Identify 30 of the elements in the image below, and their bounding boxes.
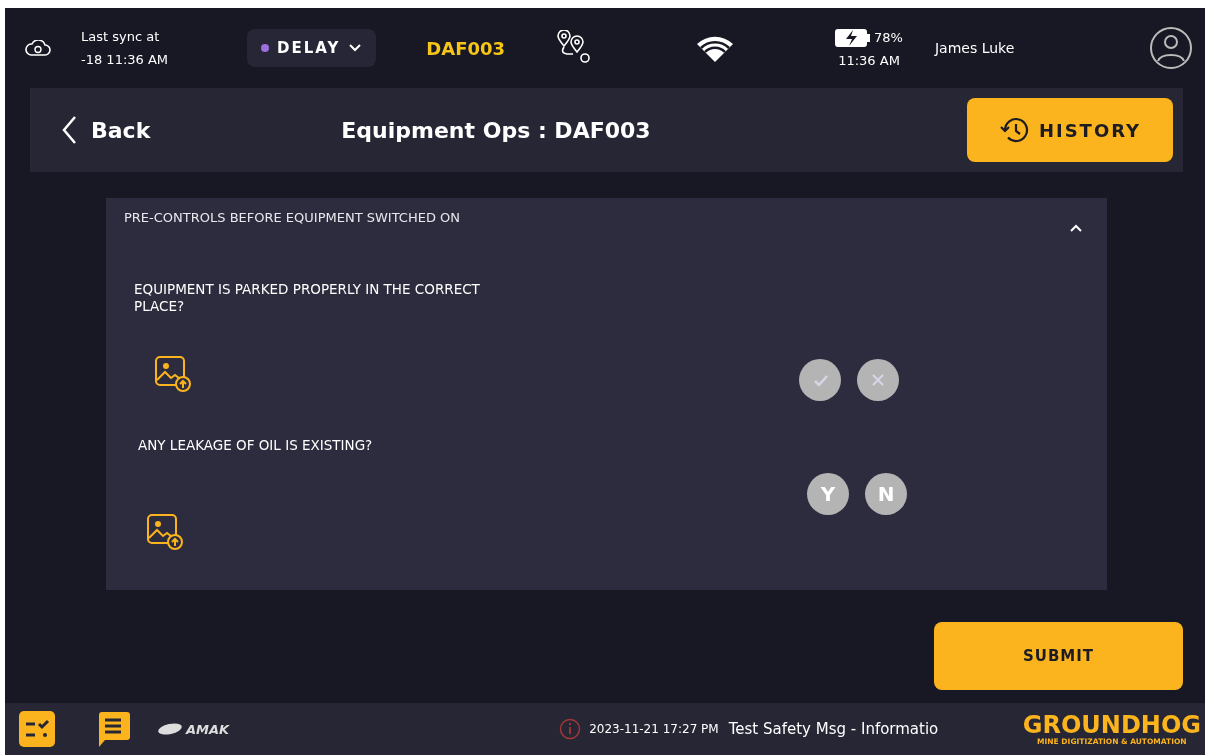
clock-time: 11:36 AM <box>838 52 900 68</box>
collapse-caret-icon[interactable] <box>1069 224 1083 233</box>
image-upload-icon[interactable] <box>146 513 184 551</box>
battery-percent: 78% <box>874 30 903 45</box>
brand-logo: GROUNDHOG <box>1022 712 1201 737</box>
status-dropdown[interactable]: DELAY <box>247 29 377 67</box>
question-text: EQUIPMENT IS PARKED PROPERLY IN THE CORRECT PLACE? <box>134 281 481 315</box>
submit-button[interactable]: SUBMIT <box>934 622 1183 690</box>
history-button[interactable]: HISTORY <box>967 98 1173 162</box>
equipment-id: DAF003 <box>426 37 506 59</box>
image-upload-icon[interactable] <box>154 355 192 393</box>
safety-message: Test Safety Msg - Informatio <box>728 720 939 738</box>
partner-logo: AMAK <box>186 721 230 737</box>
message-time: 2023-11-21 17:27 PM <box>589 722 719 736</box>
sync-label: Last sync at <box>81 29 161 44</box>
page-title: Equipment Ops : DAF003 <box>341 117 652 143</box>
question-text: ANY LEAKAGE OF OIL IS EXISTING? <box>138 437 374 454</box>
checklist-icon[interactable] <box>19 711 55 747</box>
history-icon <box>998 116 1029 144</box>
user-name: James Luke <box>934 40 1015 56</box>
battery-charging-icon <box>835 28 872 47</box>
chevron-down-icon <box>348 43 363 53</box>
user-avatar-icon[interactable] <box>1149 26 1193 70</box>
cloud-sync-icon <box>25 40 51 56</box>
check-button[interactable] <box>799 359 841 401</box>
cross-button[interactable] <box>857 359 899 401</box>
section-title: PRE-CONTROLS BEFORE EQUIPMENT SWITCHED ON <box>124 210 461 225</box>
sync-time: -18 11:36 AM <box>81 52 170 67</box>
back-button[interactable]: Back <box>55 114 157 146</box>
back-chevron-icon <box>61 115 77 145</box>
